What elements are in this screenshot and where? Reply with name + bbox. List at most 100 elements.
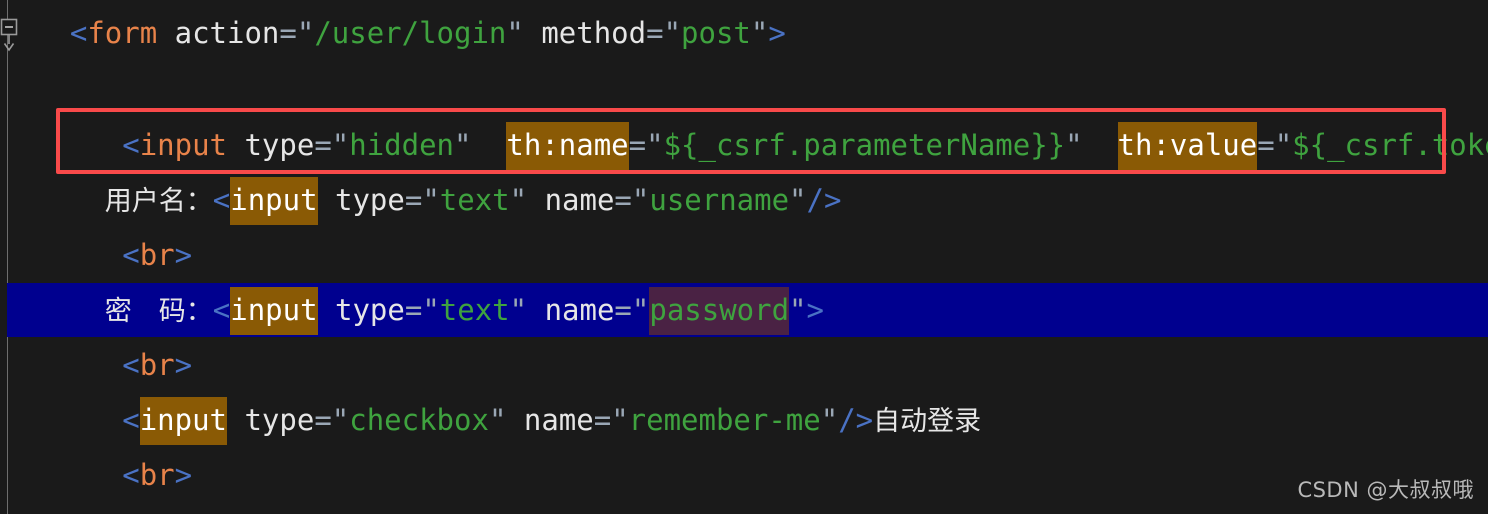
token-quote: " <box>611 403 629 437</box>
token-tag-name: br <box>139 348 175 382</box>
token-quote: " <box>663 16 682 50</box>
token-search-match: input <box>230 177 318 225</box>
token-attribute-name: type <box>244 128 315 162</box>
token-whitespace <box>1083 128 1118 162</box>
token-quote: " <box>422 183 440 217</box>
token-bracket: < <box>212 293 231 327</box>
token-quote: " <box>750 16 769 50</box>
token-string-value: text <box>439 293 510 327</box>
token-whitespace <box>318 293 335 327</box>
token-string-value: post <box>681 16 751 50</box>
token-quote: " <box>631 293 650 327</box>
token-tag-name: input <box>139 128 227 162</box>
token-secondary-highlight: password <box>649 287 790 335</box>
token-tag-name: br <box>139 238 175 272</box>
token-equals: = <box>646 16 664 50</box>
token-quote: " <box>646 128 664 162</box>
token-search-match-underlined: th:value <box>1117 122 1258 172</box>
token-cjk-text: 密 码： <box>104 296 213 327</box>
line-br-2[interactable]: <br> <box>0 338 1488 392</box>
line-csrf-hidden-input[interactable]: <input type="hidden" th:name="${_csrf.pa… <box>0 118 1488 172</box>
token-quote: " <box>509 293 528 327</box>
token-quote: " <box>509 183 528 217</box>
token-attribute-name: name <box>544 183 615 217</box>
token-equals: = <box>314 128 332 162</box>
token-quote: " <box>1274 128 1293 162</box>
token-whitespace <box>227 128 244 162</box>
token-equals: = <box>628 128 647 162</box>
token-attribute-name: method <box>541 16 647 50</box>
token-whitespace <box>318 183 335 217</box>
token-bracket: < <box>212 183 231 217</box>
token-quote: " <box>1065 128 1083 162</box>
line-password-input[interactable]: 密 码：<input type="text" name="password"> <box>0 283 1488 337</box>
code-fold-collapse-marker[interactable] <box>0 18 24 54</box>
token-quote: " <box>789 183 807 217</box>
token-quote: " <box>631 183 650 217</box>
token-bracket: < <box>122 348 140 382</box>
token-equals: = <box>404 293 423 327</box>
token-bracket: < <box>122 128 140 162</box>
token-string-value: checkbox <box>349 403 489 437</box>
token-equals: = <box>404 183 423 217</box>
token-string-value: /user/login <box>314 16 507 50</box>
token-tag-name: form <box>87 16 158 50</box>
token-attribute-name: name <box>523 403 594 437</box>
token-bracket: < <box>122 403 140 437</box>
token-equals: = <box>279 16 297 50</box>
token-bracket: > <box>174 458 193 492</box>
token-string-value: remember-me <box>628 403 821 437</box>
token-whitespace <box>157 16 174 50</box>
token-quote: " <box>331 403 350 437</box>
token-attribute-name: name <box>544 293 615 327</box>
line-br-3[interactable]: <br> <box>0 448 1488 502</box>
line-username-input[interactable]: 用户名：<input type="text" name="username"/> <box>0 173 1488 227</box>
token-quote: " <box>789 293 807 327</box>
token-attribute-name: type <box>335 183 405 217</box>
token-quote: " <box>331 128 350 162</box>
token-whitespace <box>227 403 244 437</box>
line-form-open[interactable]: <form action="/user/login" method="post"… <box>0 6 1488 60</box>
code-editor-pane[interactable]: <form action="/user/login" method="post"… <box>0 0 1488 514</box>
token-bracket: < <box>69 16 88 50</box>
token-string-value: text <box>439 183 510 217</box>
token-string-value: hidden <box>349 128 455 162</box>
token-whitespace <box>471 128 506 162</box>
token-whitespace <box>524 16 541 50</box>
token-quote: " <box>454 128 472 162</box>
token-quote: " <box>506 16 524 50</box>
token-bracket: > <box>174 348 193 382</box>
token-quote: " <box>488 403 507 437</box>
token-string-value: ${_csrf.parameterName}} <box>663 128 1066 162</box>
token-whitespace <box>506 403 523 437</box>
token-bracket: /> <box>806 183 842 217</box>
token-equals: = <box>614 183 632 217</box>
csdn-watermark: CSDN @大叔叔哦 <box>1297 478 1474 502</box>
token-quote: " <box>296 16 315 50</box>
token-bracket: > <box>806 293 824 327</box>
line-br-1[interactable]: <br> <box>0 228 1488 282</box>
token-attribute-name: type <box>335 293 405 327</box>
token-search-match: th:name <box>506 122 629 170</box>
token-equals: = <box>1257 128 1275 162</box>
token-bracket: < <box>122 458 140 492</box>
token-bracket: > <box>768 16 786 50</box>
token-quote: " <box>820 403 839 437</box>
token-bracket: < <box>122 238 140 272</box>
token-string-value: username <box>649 183 790 217</box>
token-whitespace <box>527 183 544 217</box>
line-remember-me-checkbox[interactable]: <input type="checkbox" name="remember-me… <box>0 393 1488 447</box>
token-bracket: /> <box>838 403 874 437</box>
token-attribute-name: type <box>244 403 315 437</box>
token-equals: = <box>593 403 612 437</box>
token-equals: = <box>614 293 632 327</box>
token-search-match: input <box>230 287 318 335</box>
token-cjk-text: 用户名： <box>104 186 213 217</box>
